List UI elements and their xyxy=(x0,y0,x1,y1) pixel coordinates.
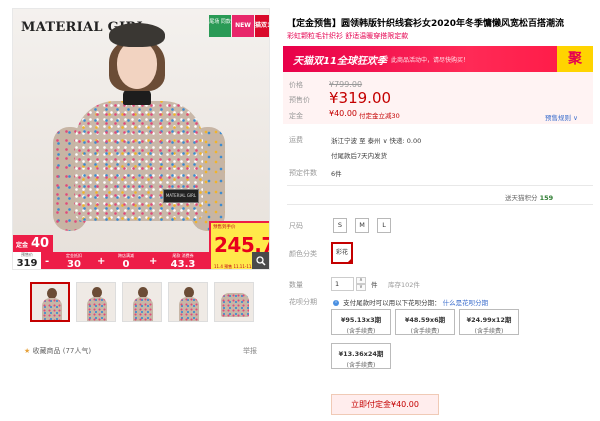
calc-item-value: 43.3 xyxy=(170,259,196,270)
price-calc-strip: 预售价 319 - 定金抵扣 30 + 跨店满减 0 + 尾款 消费券 43.3 xyxy=(13,252,209,270)
calc-item-value: 0 xyxy=(122,259,130,270)
orig-price: ¥799.00 xyxy=(329,80,363,89)
installment-fee: (含手续费) xyxy=(474,328,504,335)
installment-option[interactable]: ¥95.13x3期 (含手续费) xyxy=(331,309,391,335)
calc-item: 尾款 消费券 43.3 xyxy=(161,253,205,270)
installment-amount: ¥13.36x24期 xyxy=(338,350,384,358)
installment-note: i 支付尾款时可以用以下花呗分期： 什么是花呗分期 xyxy=(333,297,488,307)
installment-fee: (含手续费) xyxy=(346,362,376,369)
presale-count: 6件 xyxy=(331,170,342,178)
size-label: 尺码 xyxy=(289,222,303,230)
color-label: 颜色分类 xyxy=(289,250,317,258)
calc-total-value: 319 xyxy=(16,258,38,269)
thumbnail-5[interactable] xyxy=(214,282,254,322)
new-tag: NEW xyxy=(232,15,254,37)
installment-amount: ¥48.59x6期 xyxy=(404,316,446,324)
thumbnail-2[interactable] xyxy=(76,282,116,322)
zoom-button[interactable] xyxy=(252,252,269,269)
installment-option[interactable]: ¥24.99x12期 (含手续费) xyxy=(459,309,519,335)
size-option-l[interactable]: L xyxy=(377,218,391,233)
favorite-count: (77人气) xyxy=(62,347,92,355)
presale-rules-link[interactable]: 预售规则 ∨ xyxy=(545,112,578,122)
deposit-badge-label: 定金 xyxy=(16,242,29,249)
quantity-unit: 件 xyxy=(371,281,378,289)
sweater-label-patch: MATERIAL GIRL xyxy=(163,189,199,203)
calc-op: + xyxy=(97,256,106,267)
color-option-label: 彩花 xyxy=(335,249,348,256)
installment-help-link[interactable]: 什么是花呗分期 xyxy=(443,299,489,307)
installment-option[interactable]: ¥13.36x24期 (含手续费) xyxy=(331,343,391,369)
color-option-selected[interactable]: 彩花 xyxy=(331,242,353,264)
double-11-tag: 猫双11 xyxy=(255,15,269,37)
presale-price-label: 预售价 xyxy=(289,96,310,104)
model-face xyxy=(117,41,157,89)
thumbnail-3[interactable] xyxy=(122,282,162,322)
shipping-destination[interactable]: 浙江宁波 至 泰州 ∨ 快递: 0.00 xyxy=(331,135,421,145)
calc-item: 跨店满减 0 xyxy=(109,253,143,270)
installment-amount: ¥95.13x3期 xyxy=(340,316,382,324)
deposit-badge: 定金 40 xyxy=(13,235,53,252)
deposit-label: 定金 xyxy=(289,112,303,120)
product-subtitle: 彩虹颗粒毛针织衫 舒适温暖穿搭限定款 xyxy=(287,32,409,40)
info-icon: i xyxy=(333,300,339,306)
presale-price: ¥319.00 xyxy=(329,89,392,107)
favorite-link[interactable]: ★ 收藏商品 (77人气) xyxy=(24,346,91,356)
event-note: 此商品活动中，请尽快购买！ xyxy=(391,57,470,64)
quantity-label: 数量 xyxy=(289,281,303,289)
same-style-tag: 尾场 同款 xyxy=(209,15,231,37)
favorite-label: 收藏商品 xyxy=(32,347,61,355)
size-option-m[interactable]: M xyxy=(355,218,369,233)
quantity-increment[interactable]: ∧ xyxy=(356,277,366,284)
deposit-amount: ¥40.00 xyxy=(329,109,357,118)
calc-op: + xyxy=(149,256,158,267)
event-title: 天猫双11全球狂欢季 xyxy=(293,56,387,67)
size-option-s[interactable]: S xyxy=(333,218,347,233)
main-product-image[interactable]: MATERIAL GIRL 尾场 同款 NEW 猫双11 MATERIAL GI… xyxy=(12,8,270,270)
installment-fee: (含手续费) xyxy=(346,328,376,335)
selected-check-icon xyxy=(346,257,353,264)
model-sweater xyxy=(75,101,203,221)
shipping-time: 付尾款后7天内发货 xyxy=(331,152,388,160)
orig-price-label: 价格 xyxy=(289,81,303,89)
thumbnail-4[interactable] xyxy=(168,282,208,322)
installment-amount: ¥24.99x12期 xyxy=(466,316,512,324)
calc-item-value: 30 xyxy=(67,259,81,270)
report-link[interactable]: 举报 xyxy=(243,346,257,356)
deposit-offset: 付定金立减30 xyxy=(359,112,400,120)
quantity-decrement[interactable]: ∨ xyxy=(356,284,366,291)
thumbnail-1[interactable] xyxy=(30,282,70,322)
price-panel: 价格 ¥799.00 预售价 ¥319.00 定金 ¥40.00 付定金立减30… xyxy=(283,72,593,124)
deposit-badge-value: 40 xyxy=(31,236,50,251)
points-value: 159 xyxy=(539,194,554,202)
product-title: 【定金预售】圆领韩版针织线套衫女2020年冬季慵懒风宽松百搭潮流 xyxy=(287,19,565,29)
installment-option[interactable]: ¥48.59x6期 (含手续费) xyxy=(395,309,455,335)
presale-box-caption: 预售到手价 xyxy=(213,225,236,230)
installment-label: 花呗分期 xyxy=(289,298,317,306)
calc-total: 预售价 319 xyxy=(13,252,41,269)
stock-count: 库存102件 xyxy=(388,281,420,289)
model-beret xyxy=(109,23,165,47)
points-label: 送天猫积分 xyxy=(505,194,538,202)
star-icon: ★ xyxy=(24,347,31,355)
pay-deposit-button[interactable]: 立即付定金¥40.00 xyxy=(331,394,439,415)
calc-item: 定金抵扣 30 xyxy=(57,253,91,270)
juhuasuan-badge: 聚 xyxy=(557,46,593,72)
points-text: 送天猫积分 159 xyxy=(505,192,553,202)
installment-note-text: 支付尾款时可以用以下花呗分期： xyxy=(343,299,441,307)
model-collar xyxy=(123,89,151,105)
quantity-input[interactable]: 1 xyxy=(331,277,354,291)
points-box: 送天猫积分 159 xyxy=(287,185,593,205)
installment-fee: (含手续费) xyxy=(410,328,440,335)
event-banner[interactable]: 天猫双11全球狂欢季 此商品活动中，请尽快购买！ 聚 xyxy=(283,46,593,72)
magnifier-icon xyxy=(256,256,266,266)
presale-count-label: 预定件数 xyxy=(289,169,317,177)
calc-op: - xyxy=(45,256,50,267)
shipping-label: 运费 xyxy=(289,136,303,144)
